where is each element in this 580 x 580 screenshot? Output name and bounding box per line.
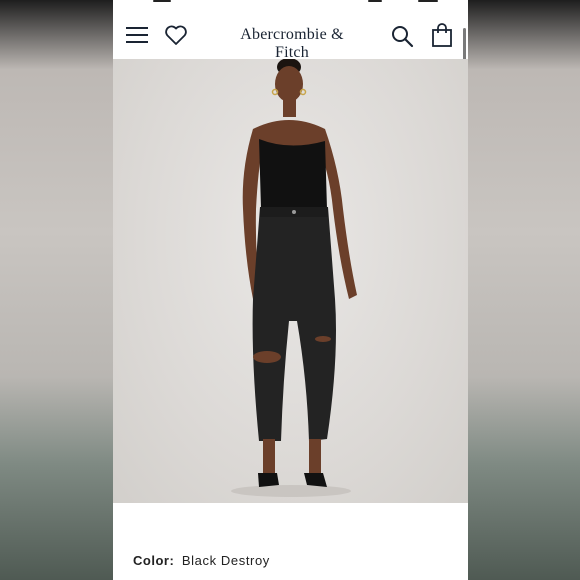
color-value: Black Destroy <box>181 553 270 568</box>
top-navigation-bar: Abercrombie & Fitch <box>113 12 468 62</box>
status-bar <box>113 0 468 12</box>
search-icon[interactable] <box>390 24 414 48</box>
product-color-row: Color: Black Destroy <box>133 553 270 568</box>
blurred-backdrop-right <box>468 0 580 580</box>
hamburger-menu-icon[interactable] <box>125 24 149 46</box>
shopping-bag-icon[interactable] <box>431 23 453 47</box>
brand-logo[interactable]: Abercrombie & Fitch <box>224 26 360 62</box>
heart-icon[interactable] <box>164 24 188 46</box>
battery-icon <box>418 0 438 2</box>
product-image[interactable] <box>113 59 468 503</box>
color-label: Color: <box>133 553 175 568</box>
model-illustration <box>231 59 357 497</box>
status-bar-time-fragment <box>153 0 171 2</box>
signal-icon <box>368 0 382 2</box>
phone-screen: Abercrombie & Fitch Color: Black Destroy <box>113 0 468 580</box>
blurred-backdrop-left <box>0 0 113 580</box>
